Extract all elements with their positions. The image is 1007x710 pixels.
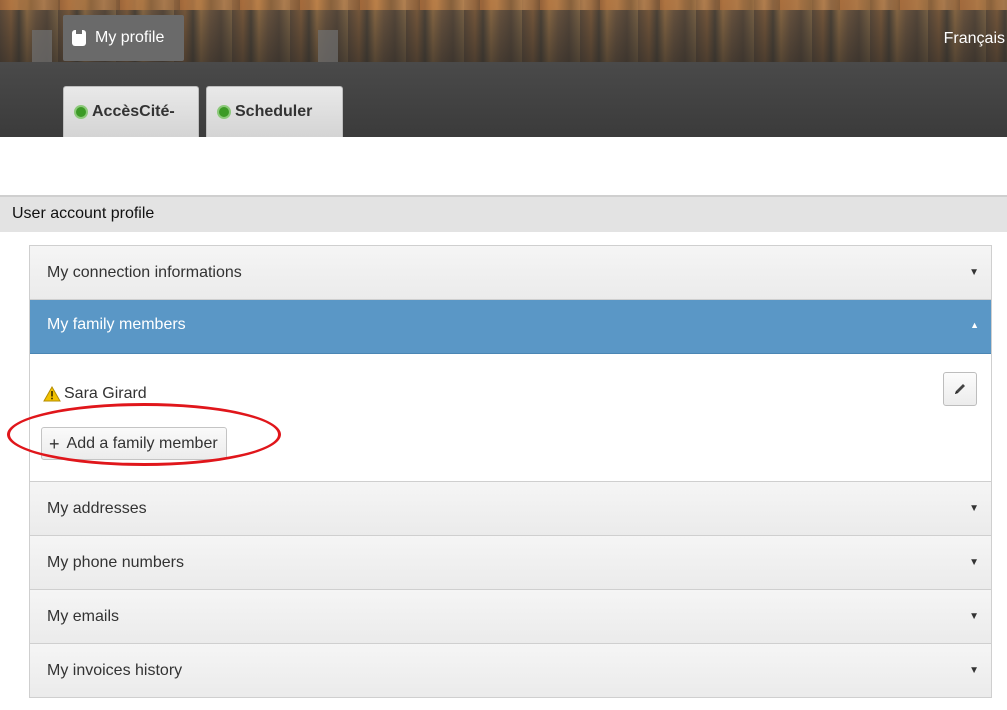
accordion-label: My invoices history <box>47 662 183 679</box>
family-member-name: Sara Girard <box>64 385 147 402</box>
status-dot-icon <box>217 105 231 119</box>
user-profile-icon <box>72 30 86 46</box>
tab-scheduler[interactable]: Scheduler <box>206 86 343 137</box>
page-section-title: User account profile <box>0 195 1007 232</box>
accordion-label: My emails <box>47 608 120 625</box>
profile-accordion: My connection informations ▼ My family m… <box>29 245 992 698</box>
add-family-member-label: Add a family member <box>66 434 218 452</box>
accordion-family-members[interactable]: My family members ▲ <box>30 300 991 354</box>
accordion-addresses[interactable]: My addresses ▼ <box>30 482 991 536</box>
accordion-phone-numbers[interactable]: My phone numbers ▼ <box>30 536 991 590</box>
plus-icon: + <box>49 433 60 454</box>
edit-member-button[interactable] <box>943 372 977 406</box>
tab-label: AccèsCité- <box>92 103 175 120</box>
page-edge <box>0 706 1007 710</box>
family-members-panel: Sara Girard + Add a family member <box>30 354 991 482</box>
banner-decoration <box>318 30 338 62</box>
accordion-label: My family members <box>47 316 186 333</box>
accordion-invoices-history[interactable]: My invoices history ▼ <box>30 644 991 698</box>
chevron-down-icon: ▼ <box>969 267 979 278</box>
warning-icon <box>43 386 61 402</box>
pencil-icon <box>955 384 965 394</box>
chevron-up-icon: ▲ <box>970 320 979 330</box>
banner-decoration <box>32 30 52 62</box>
add-family-member-button[interactable]: + Add a family member <box>41 427 227 460</box>
status-dot-icon <box>74 105 88 119</box>
chevron-down-icon: ▼ <box>969 611 979 622</box>
accordion-emails[interactable]: My emails ▼ <box>30 590 991 644</box>
chevron-down-icon: ▼ <box>969 557 979 568</box>
my-profile-button[interactable]: My profile <box>63 15 184 61</box>
tab-label: Scheduler <box>235 103 313 120</box>
accordion-connection-info[interactable]: My connection informations ▼ <box>30 246 991 300</box>
chevron-down-icon: ▼ <box>969 665 979 676</box>
accordion-label: My phone numbers <box>47 554 184 571</box>
language-switch-link[interactable]: Français <box>944 30 1007 54</box>
tab-accescite[interactable]: AccèsCité- <box>63 86 199 137</box>
chevron-down-icon: ▼ <box>969 503 979 514</box>
accordion-label: My addresses <box>47 500 147 517</box>
my-profile-label: My profile <box>95 29 165 46</box>
family-member-row: Sara Girard <box>43 382 147 406</box>
accordion-label: My connection informations <box>47 264 242 281</box>
